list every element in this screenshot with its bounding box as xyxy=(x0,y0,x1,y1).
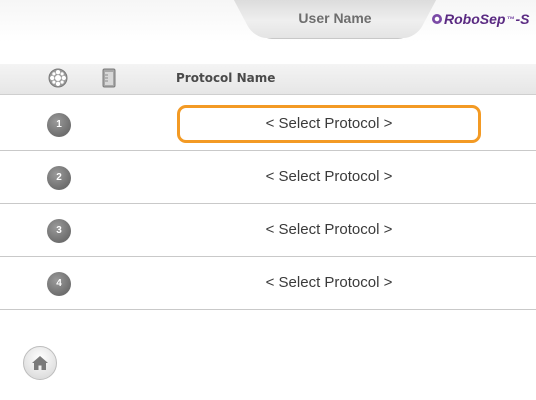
quadrant-row-3: 3 < Select Protocol > xyxy=(0,204,536,257)
quadrant-number-badge: 4 xyxy=(47,272,71,296)
brand-suffix: -S xyxy=(515,11,530,27)
quadrant-number-badge: 1 xyxy=(47,113,71,137)
brand-trademark: ™ xyxy=(506,14,515,24)
quadrant-list: 1 < Select Protocol > 2 < Select Protoco… xyxy=(0,98,536,310)
home-icon xyxy=(32,356,48,370)
select-protocol-button-1[interactable]: < Select Protocol > xyxy=(177,105,481,143)
quadrant-row-2: 2 < Select Protocol > xyxy=(0,151,536,204)
select-protocol-button-2[interactable]: < Select Protocol > xyxy=(177,158,481,196)
protocol-selection-screen: User Name RoboSep ™ -S Protocol Name 1 <… xyxy=(0,0,536,400)
select-protocol-button-4[interactable]: < Select Protocol > xyxy=(177,264,481,302)
user-tab[interactable]: User Name xyxy=(256,0,414,39)
quadrant-row-4: 4 < Select Protocol > xyxy=(0,257,536,310)
logo-mark-icon xyxy=(432,14,442,24)
user-name: User Name xyxy=(298,10,372,26)
carousel-icon xyxy=(48,68,68,88)
top-bar: User Name RoboSep ™ -S xyxy=(0,0,536,42)
quadrant-row-1: 1 < Select Protocol > xyxy=(0,98,536,151)
quadrant-number-badge: 3 xyxy=(47,219,71,243)
brand-logo: RoboSep ™ -S xyxy=(432,11,529,27)
table-header: Protocol Name xyxy=(0,64,536,95)
brand-name: RoboSep xyxy=(444,11,506,27)
protocol-name-column-title: Protocol Name xyxy=(176,71,276,85)
quadrant-number-badge: 2 xyxy=(47,166,71,190)
tube-icon xyxy=(102,68,116,88)
select-protocol-button-3[interactable]: < Select Protocol > xyxy=(177,211,481,249)
home-button[interactable] xyxy=(23,346,57,380)
